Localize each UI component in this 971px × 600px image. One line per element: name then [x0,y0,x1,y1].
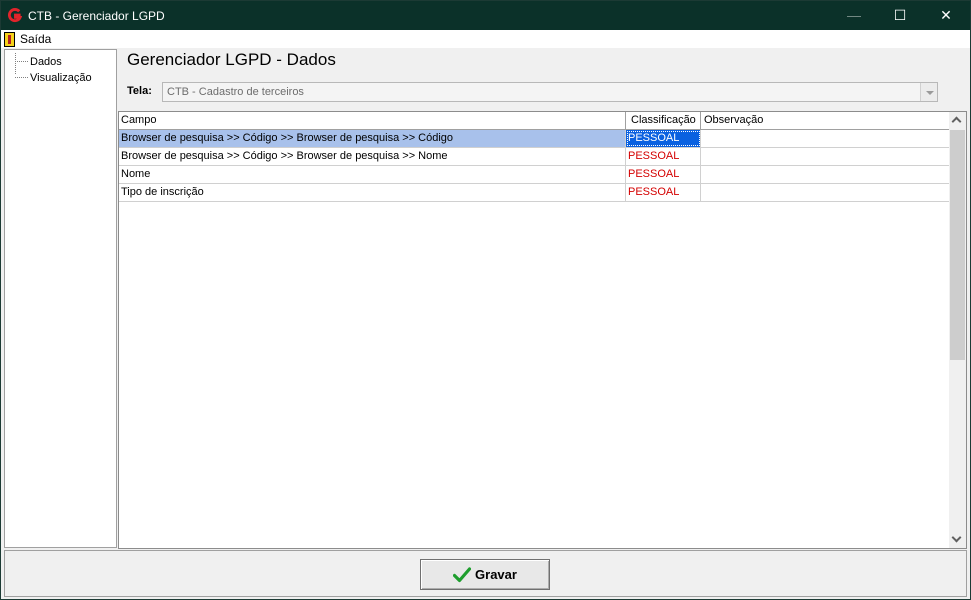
tree-item-label: Dados [30,55,62,68]
tela-select-value: CTB - Cadastro de terceiros [167,86,304,98]
check-icon [453,566,472,582]
minimize-button[interactable]: — [831,1,877,30]
cell-observacao[interactable] [701,184,950,201]
cell-campo[interactable]: Browser de pesquisa >> Código >> Browser… [119,130,626,147]
exit-door-icon [4,31,15,47]
scroll-up-icon[interactable] [949,112,966,129]
app-window: CTB - Gerenciador LGPD — ☐ ✕ Saída Dados… [0,0,971,600]
save-button-label: Gravar [475,567,517,582]
cell-classificacao[interactable]: PESSOAL [626,130,701,147]
navigation-tree: Dados Visualização [4,49,117,548]
app-logo-icon [7,8,22,23]
table-row[interactable]: Browser de pesquisa >> Código >> Browser… [119,130,950,148]
cell-observacao[interactable] [701,148,950,165]
chevron-down-icon[interactable] [920,83,937,101]
title-bar[interactable]: CTB - Gerenciador LGPD — ☐ ✕ [1,1,970,30]
scroll-down-icon[interactable] [949,531,966,548]
tree-item-label: Visualização [30,71,92,84]
close-button[interactable]: ✕ [923,1,969,30]
tree-item-dados[interactable]: Dados [5,54,62,69]
tela-select[interactable]: CTB - Cadastro de terceiros [162,82,938,102]
scrollbar-thumb[interactable] [950,130,965,360]
menu-item-exit[interactable]: Saída [4,31,51,47]
fields-grid: Campo Classificação Observação Browser d… [118,111,967,549]
tree-branch-line [15,61,28,62]
vertical-scrollbar[interactable] [949,112,966,548]
save-button[interactable]: Gravar [420,559,550,590]
tree-item-visualizacao[interactable]: Visualização [5,70,92,85]
grid-header: Campo Classificação Observação [119,112,950,130]
cell-campo[interactable]: Browser de pesquisa >> Código >> Browser… [119,148,626,165]
cell-campo[interactable]: Tipo de inscrição [119,184,626,201]
table-row[interactable]: Tipo de inscrição PESSOAL [119,184,950,202]
maximize-button[interactable]: ☐ [877,1,923,30]
cell-observacao[interactable] [701,130,950,147]
table-row[interactable]: Browser de pesquisa >> Código >> Browser… [119,148,950,166]
page-title: Gerenciador LGPD - Dados [127,50,336,69]
menu-item-exit-label: Saída [20,32,52,46]
cell-classificacao[interactable]: PESSOAL [626,148,701,165]
table-row[interactable]: Nome PESSOAL [119,166,950,184]
tree-branch-line [15,77,28,78]
menu-bar: Saída [1,30,970,48]
cell-campo[interactable]: Nome [119,166,626,183]
cell-classificacao[interactable]: PESSOAL [626,166,701,183]
column-header-observacao[interactable]: Observação [701,112,950,130]
window-title: CTB - Gerenciador LGPD [28,9,165,23]
tela-label: Tela: [127,85,152,97]
column-header-campo[interactable]: Campo [119,112,626,130]
cell-classificacao[interactable]: PESSOAL [626,184,701,201]
cell-observacao[interactable] [701,166,950,183]
column-header-classificacao[interactable]: Classificação [626,112,701,130]
